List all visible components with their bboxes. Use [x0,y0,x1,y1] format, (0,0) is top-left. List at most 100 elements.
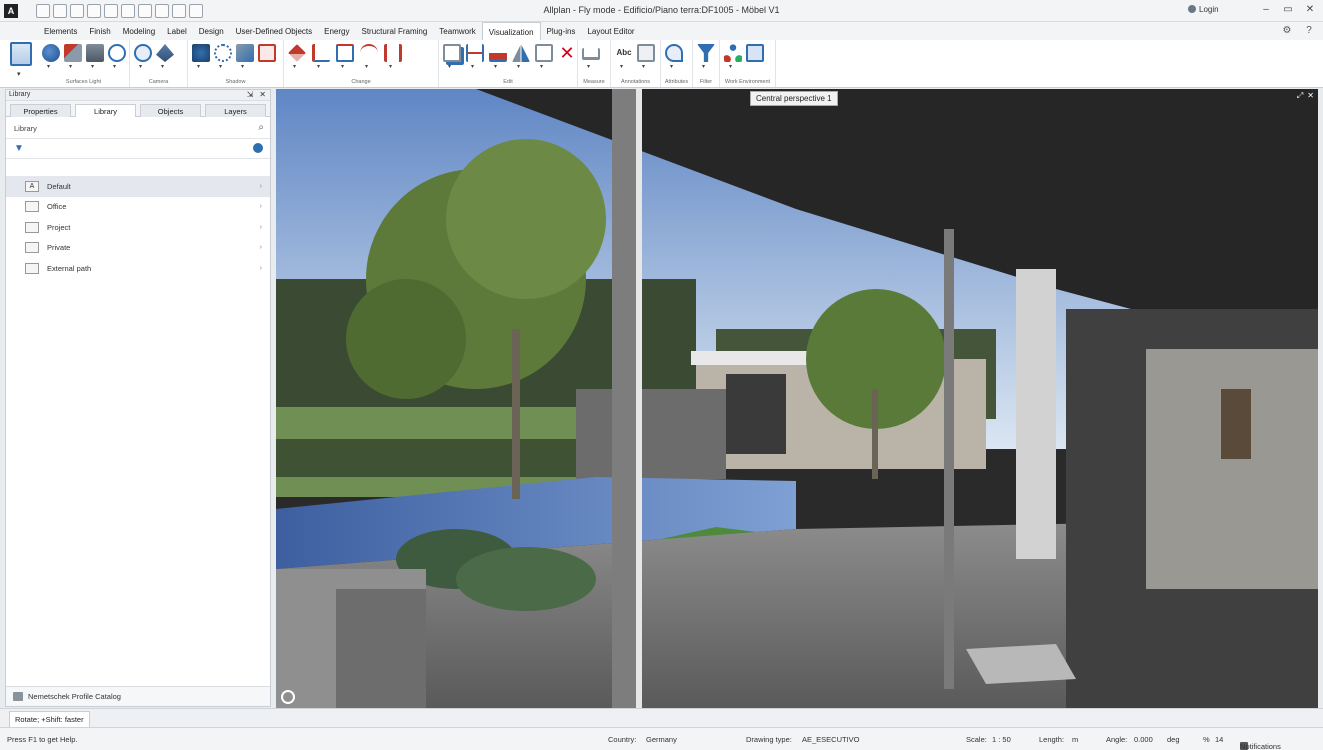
minimize-icon[interactable]: – [1259,3,1273,17]
login-button[interactable]: Login [1188,5,1219,14]
rotate-icon[interactable] [535,44,553,70]
modify-line-icon[interactable] [312,44,330,70]
list-item-private[interactable]: Private › [6,238,270,259]
default-library-icon: A [25,180,39,192]
list-item-office[interactable]: Office › [6,197,270,218]
globe-icon[interactable] [253,143,263,153]
tab-user-defined-objects[interactable]: User-Defined Objects [230,22,318,40]
tab-library[interactable]: Library [75,104,136,117]
angle-value[interactable]: 0.000 [1134,735,1153,744]
search-icon[interactable]: ⌕ [258,122,264,133]
print-icon[interactable] [87,4,101,18]
tab-structural-framing[interactable]: Structural Framing [356,22,434,40]
tab-teamwork[interactable]: Teamwork [433,22,481,40]
tab-energy[interactable]: Energy [318,22,355,40]
shadow-settings-icon[interactable] [192,44,210,70]
tab-label[interactable]: Label [161,22,193,40]
layer-icon[interactable] [138,4,152,18]
open-icon[interactable] [53,4,67,18]
viewport-title[interactable]: Central perspective 1 [750,91,838,106]
curve-icon[interactable] [360,44,378,70]
country-value[interactable]: Germany [646,735,677,744]
attributes-icon[interactable] [665,44,683,70]
tab-modeling[interactable]: Modeling [117,22,161,40]
save-icon[interactable] [70,4,84,18]
shadow-toggle-icon[interactable] [258,44,276,62]
camera-path-icon[interactable] [134,44,152,70]
scale-value[interactable]: 1 : 50 [992,735,1011,744]
drawing-type-value[interactable]: AE_ESECUTIVO [802,735,860,744]
chevron-right-icon: › [259,244,262,252]
navigation-hint: Rotate; +Shift: faster [9,711,90,728]
filter-row: ▼ [6,139,270,159]
maximize-viewport-icon[interactable]: ⤢ [1297,91,1303,101]
surface-icon[interactable] [42,44,60,70]
ribbon-group-edit: ✕ Edit [439,40,578,87]
list-item-default[interactable]: A Default › [6,176,270,197]
chevron-down-icon: ▾ [17,71,21,78]
palette-close-icon[interactable]: ✕ [259,90,266,99]
fileset-icon[interactable] [155,4,169,18]
filter-icon[interactable]: ▼ [14,143,24,154]
viewport-3d[interactable]: Central perspective 1 ⤢ ✕ [276,89,1318,708]
assign-surface-icon[interactable] [64,44,82,70]
tab-properties[interactable]: Properties [10,104,71,117]
ribbon-group-shadow: Shadow [188,40,284,87]
list-item-label: Default [47,181,71,191]
pin-icon[interactable]: ⇲ [247,90,254,99]
new-file-icon[interactable] [36,4,50,18]
shadow-object-icon[interactable] [236,44,254,70]
user-icon [1188,5,1196,13]
help-icon[interactable]: ? [1303,25,1315,37]
list-item-project[interactable]: Project › [6,217,270,238]
tab-layout-editor[interactable]: Layout Editor [581,22,640,40]
mirror-icon[interactable] [512,44,530,70]
modify-distance-icon[interactable] [384,44,402,70]
tools-icon[interactable] [189,4,203,18]
app-logo[interactable]: A [4,4,18,18]
ribbon-group-camera: Camera [130,40,188,87]
list-item-external-path[interactable]: External path › [6,258,270,279]
undo-icon[interactable] [104,4,118,18]
camera-icon[interactable] [156,44,174,70]
sun-icon[interactable] [108,44,126,70]
close-viewport-icon[interactable]: ✕ [1307,91,1314,101]
copy-icon[interactable] [443,44,461,70]
settings-icon[interactable]: ⚙ [1281,25,1293,37]
light-icon[interactable] [86,44,104,70]
profile-catalog-link[interactable]: Nemetschek Profile Catalog [6,686,270,706]
drawing-type-label: Drawing type: [746,735,792,744]
pencil-icon[interactable] [288,44,306,70]
modify-point-icon[interactable] [336,44,354,70]
maximize-icon[interactable]: ▭ [1281,3,1295,17]
align-icon[interactable] [466,44,484,70]
label-icon[interactable] [637,44,655,70]
tab-layers[interactable]: Layers [205,104,266,117]
allplan-window: A Allplan - Fly mode - Edificio/Piano te… [0,0,1323,750]
navigation-gear-icon[interactable] [281,690,295,704]
palette-tabs: Properties Library Objects Layers [6,101,270,117]
library-search[interactable]: Library ⌕ [6,117,270,139]
tab-visualization[interactable]: Visualization [481,22,541,40]
tab-objects[interactable]: Objects [140,104,201,117]
percent-value: 14 [1215,735,1224,744]
redo-icon[interactable] [121,4,135,18]
actionbar-config-button[interactable]: ▾ [6,42,34,82]
network-icon[interactable] [724,44,742,70]
window-icon[interactable] [172,4,186,18]
chevron-right-icon: › [259,223,262,231]
tab-design[interactable]: Design [193,22,230,40]
tab-elements[interactable]: Elements [38,22,83,40]
delete-icon[interactable]: ✕ [558,44,576,62]
length-value[interactable]: m [1072,735,1078,744]
tab-finish[interactable]: Finish [83,22,116,40]
shadow-sun-icon[interactable] [214,44,232,70]
ribbon-group-work-environment: Work Environment [720,40,776,87]
filter-icon[interactable] [697,44,715,70]
measure-icon[interactable] [582,44,600,70]
close-icon[interactable]: ✕ [1303,3,1317,17]
text-icon[interactable]: Abc [615,44,633,70]
tab-plug-ins[interactable]: Plug-ins [541,22,582,40]
stretch-icon[interactable] [489,44,507,70]
fly-mode-icon[interactable] [746,44,764,62]
